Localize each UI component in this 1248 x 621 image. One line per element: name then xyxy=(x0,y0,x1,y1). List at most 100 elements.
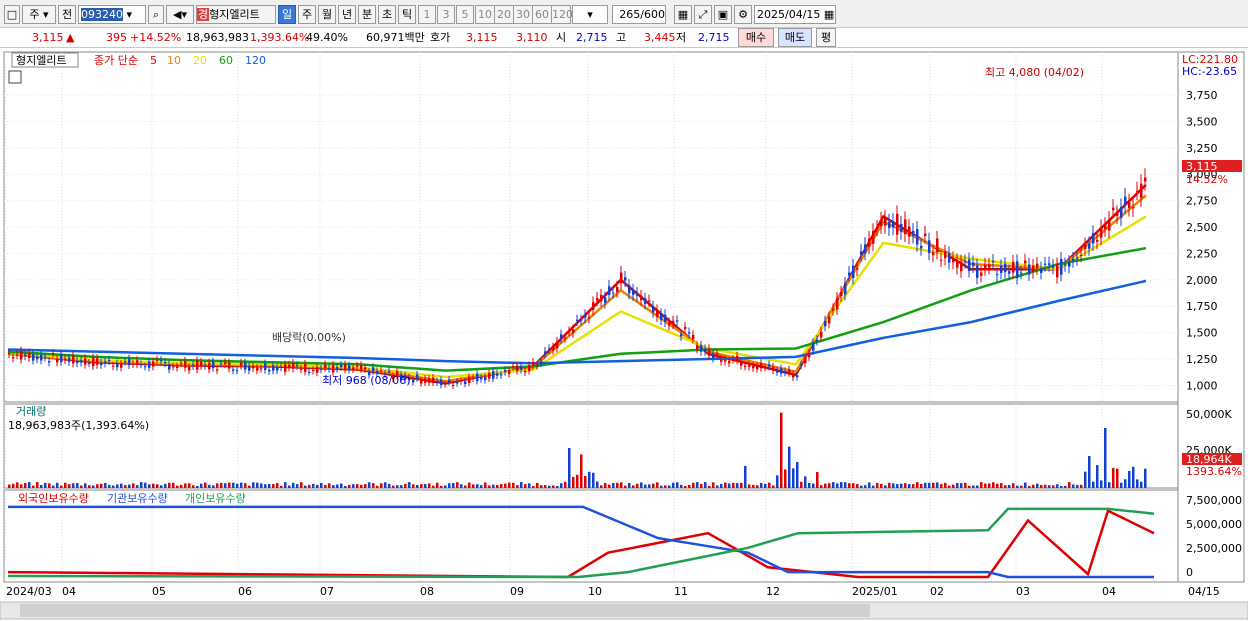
volume-bar xyxy=(868,482,871,488)
candle xyxy=(240,362,243,366)
candle xyxy=(288,364,291,368)
candle xyxy=(184,360,187,368)
candle xyxy=(232,369,235,371)
volume-bar xyxy=(892,483,895,488)
volume-bar xyxy=(760,482,763,488)
candle xyxy=(444,383,447,385)
candle xyxy=(992,260,995,263)
x-tick-label: 11 xyxy=(674,585,688,598)
volume-bar xyxy=(896,484,899,488)
volume-bar xyxy=(144,482,147,488)
volume-bar xyxy=(496,484,499,488)
candle xyxy=(100,362,103,366)
holding-legend-2: 개인보유수량 xyxy=(185,492,246,505)
volume-bar xyxy=(992,482,995,488)
volume-bar xyxy=(476,484,479,488)
candle xyxy=(484,376,487,381)
volume-bar xyxy=(572,476,575,488)
volume-bar xyxy=(1056,484,1059,488)
volume-bar xyxy=(100,483,103,488)
candle xyxy=(880,219,883,226)
volume-bar xyxy=(964,482,967,488)
volume-bar xyxy=(392,485,395,488)
candle xyxy=(764,367,767,369)
candle xyxy=(876,227,879,229)
candle xyxy=(644,298,647,304)
candle xyxy=(308,371,311,373)
volume-bar xyxy=(212,485,215,488)
candle xyxy=(696,345,699,350)
candle xyxy=(348,365,351,371)
candle xyxy=(1112,207,1115,211)
stock-chart[interactable]: 2024/03 04 05 06 07 08 09 10 11 12 2025/01 02 03 04 04… xyxy=(0,0,1248,621)
candle xyxy=(48,361,51,363)
volume-bar xyxy=(56,482,59,488)
candle xyxy=(1100,227,1103,238)
volume-bar xyxy=(988,483,991,488)
volume-bar xyxy=(960,483,963,488)
candle xyxy=(664,314,667,322)
candle xyxy=(1088,243,1091,249)
candle xyxy=(964,261,967,263)
candle xyxy=(720,359,723,362)
candle xyxy=(920,245,923,249)
volume-bar xyxy=(936,482,939,488)
ma-label: 종가 단순 xyxy=(94,54,138,67)
volume-bar xyxy=(220,482,223,488)
candle xyxy=(568,331,571,333)
volume-bar xyxy=(556,485,559,488)
volume-bar xyxy=(16,482,19,488)
volume-bar xyxy=(500,484,503,488)
volume-bar xyxy=(452,483,455,488)
candle xyxy=(1056,264,1059,278)
volume-bar xyxy=(1088,456,1091,488)
candle xyxy=(492,371,495,379)
price-pane xyxy=(3,51,1179,403)
scroll-thumb xyxy=(20,604,870,617)
volume-bar xyxy=(1140,481,1143,488)
candle xyxy=(128,358,131,366)
candle xyxy=(68,357,71,362)
candle xyxy=(616,286,619,292)
volume-bar xyxy=(424,483,427,488)
volume-bar xyxy=(804,476,807,488)
candle xyxy=(1000,266,1003,273)
candle xyxy=(740,362,743,366)
volume-bar xyxy=(1028,485,1031,488)
candle xyxy=(456,381,459,384)
ma-20: 20 xyxy=(193,54,207,67)
candle xyxy=(656,309,659,317)
candle xyxy=(680,334,683,337)
candle xyxy=(572,329,575,333)
volume-bar xyxy=(216,483,219,488)
volume-bar xyxy=(688,484,691,488)
volume-bar xyxy=(524,484,527,488)
volume-bar xyxy=(708,485,711,488)
candle xyxy=(208,362,211,370)
candle xyxy=(580,319,583,321)
volume-bar xyxy=(940,484,943,488)
volume-bar xyxy=(340,483,343,488)
candle xyxy=(592,302,595,311)
volume-bar xyxy=(1024,482,1027,488)
volume-bar xyxy=(196,485,199,488)
x-tick-label: 04 xyxy=(62,585,76,598)
volume-bar xyxy=(468,482,471,488)
volume-bar xyxy=(68,484,71,488)
holding-legend-0: 외국인보유수량 xyxy=(18,492,89,505)
candle xyxy=(968,259,971,271)
candle xyxy=(188,366,191,371)
volume-bar xyxy=(1064,485,1067,488)
candle xyxy=(1048,263,1051,265)
volume-bar xyxy=(756,485,759,488)
table-icon xyxy=(8,70,22,84)
volume-bar xyxy=(620,482,623,488)
volume-bar xyxy=(276,483,279,488)
volume-bar xyxy=(44,482,47,488)
volume-bar xyxy=(600,485,603,488)
volume-bar xyxy=(428,483,431,488)
candle xyxy=(636,292,639,296)
volume-bar xyxy=(888,482,891,488)
volume-bar xyxy=(920,484,923,488)
x-tick-label: 2024/03 xyxy=(6,585,52,598)
